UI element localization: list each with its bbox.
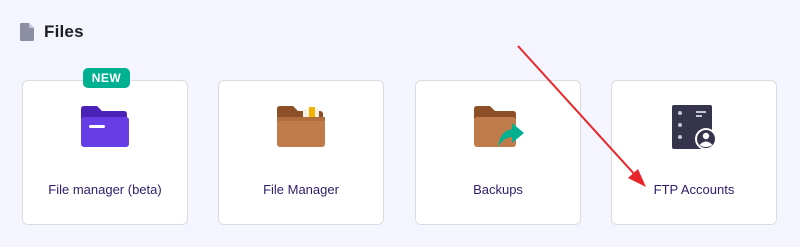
card-label: FTP Accounts: [653, 182, 735, 197]
section-title: Files: [44, 22, 84, 41]
new-badge: NEW: [83, 68, 130, 88]
file-manager-card[interactable]: File Manager: [218, 80, 384, 225]
purple-folder-icon: [77, 103, 133, 151]
file-icon: [20, 23, 34, 41]
files-section-header: Files: [20, 20, 84, 44]
file-manager-beta-card[interactable]: File manager (beta): [22, 80, 188, 225]
card-label: Backups: [473, 182, 523, 197]
brown-folder-icon: [273, 103, 329, 151]
backups-card[interactable]: Backups: [415, 80, 581, 225]
ftp-accounts-card[interactable]: FTP Accounts: [611, 80, 777, 225]
card-label: File manager (beta): [48, 182, 162, 197]
ftp-server-user-icon: [666, 103, 722, 151]
card-label: File Manager: [263, 182, 339, 197]
backup-folder-icon: [470, 103, 526, 151]
